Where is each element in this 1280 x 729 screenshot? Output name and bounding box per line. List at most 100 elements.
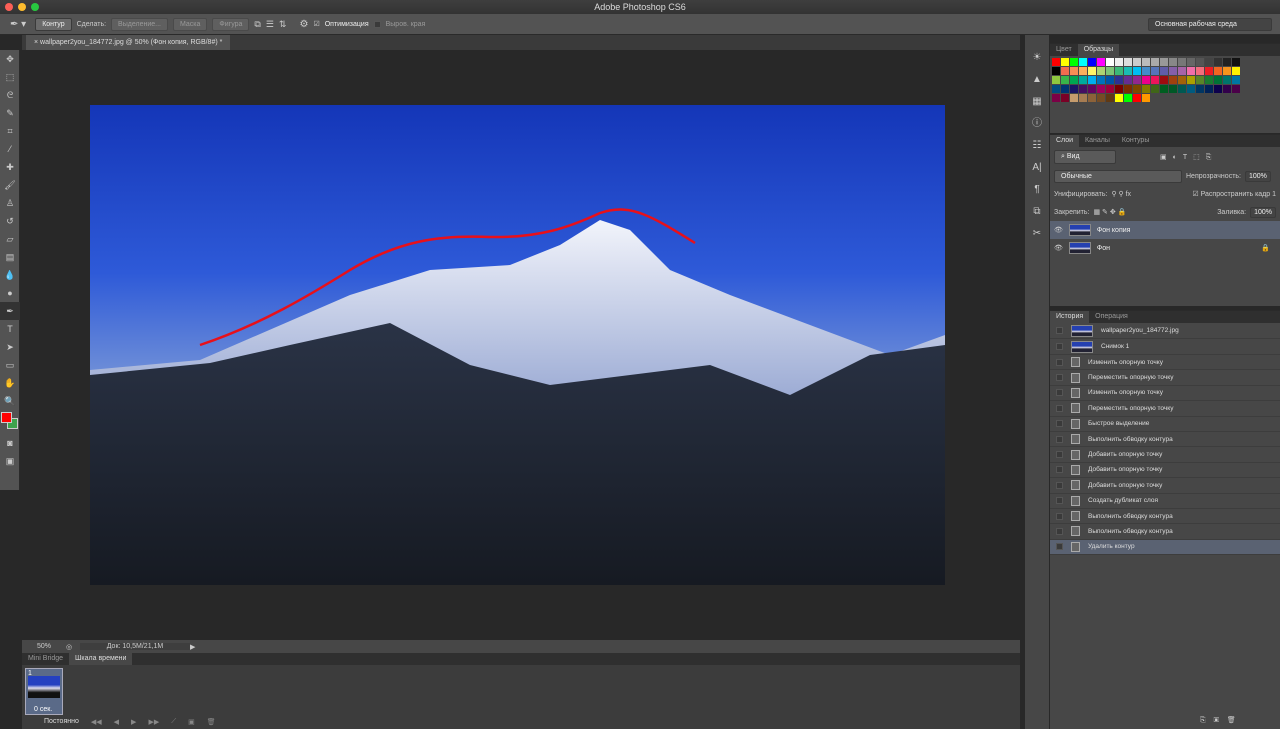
- eyedropper-tool-icon[interactable]: ⁄: [0, 140, 20, 158]
- color-swatch[interactable]: [1214, 58, 1222, 66]
- color-swatch[interactable]: [1133, 67, 1141, 75]
- dodge-tool-icon[interactable]: ●: [0, 284, 20, 302]
- color-swatch[interactable]: [1097, 58, 1105, 66]
- gear-icon[interactable]: ⚙: [299, 19, 308, 30]
- color-swatch[interactable]: [1196, 76, 1204, 84]
- history-item[interactable]: Переместить опорную точку: [1050, 401, 1280, 417]
- loop-select[interactable]: Постоянно: [44, 718, 79, 726]
- color-swatch[interactable]: [1124, 67, 1132, 75]
- path-operations-icon[interactable]: ⧉: [254, 19, 260, 30]
- color-swatch[interactable]: [1070, 58, 1078, 66]
- close-window-button[interactable]: [5, 3, 13, 11]
- history-checkbox[interactable]: [1056, 481, 1063, 489]
- fill-input[interactable]: 100%: [1250, 206, 1276, 218]
- color-swatch[interactable]: [1079, 67, 1087, 75]
- color-swatch[interactable]: [1205, 76, 1213, 84]
- tab-history[interactable]: История: [1050, 311, 1090, 323]
- styles-icon[interactable]: ▦: [1025, 91, 1049, 113]
- character-icon[interactable]: A|: [1025, 157, 1049, 179]
- align-edges-checkbox[interactable]: [373, 20, 381, 28]
- hand-tool-icon[interactable]: ✋: [0, 374, 20, 392]
- history-brush-tool-icon[interactable]: ↺: [0, 212, 20, 230]
- color-swatch[interactable]: [1052, 94, 1060, 102]
- play-icon[interactable]: ▶: [131, 718, 136, 726]
- color-swatch[interactable]: [1097, 85, 1105, 93]
- color-swatch[interactable]: [1151, 76, 1159, 84]
- info-icon[interactable]: ⓘ: [1025, 113, 1049, 135]
- color-swatch[interactable]: [1088, 58, 1096, 66]
- delete-frame-icon[interactable]: 🗑: [207, 718, 216, 726]
- type-tool-icon[interactable]: T: [0, 320, 20, 338]
- path-arrangement-icon[interactable]: ⇅: [279, 19, 287, 30]
- history-item[interactable]: Добавить опорную точку: [1050, 463, 1280, 479]
- color-swatch[interactable]: [1187, 85, 1195, 93]
- color-swatch[interactable]: [1169, 76, 1177, 84]
- minimize-window-button[interactable]: [18, 3, 26, 11]
- history-item[interactable]: Переместить опорную точку: [1050, 370, 1280, 386]
- color-swatch[interactable]: [1079, 85, 1087, 93]
- eraser-tool-icon[interactable]: ▱: [0, 230, 20, 248]
- tab-mini-bridge[interactable]: Mini Bridge: [22, 653, 69, 665]
- tab-color[interactable]: Цвет: [1050, 44, 1078, 56]
- history-item[interactable]: Создать дубликат слоя: [1050, 494, 1280, 509]
- color-swatch[interactable]: [1061, 67, 1069, 75]
- color-swatch[interactable]: [1160, 85, 1168, 93]
- color-swatch[interactable]: [1196, 67, 1204, 75]
- color-swatch[interactable]: [1187, 67, 1195, 75]
- tween-icon[interactable]: ⟋: [171, 718, 176, 726]
- color-swatch[interactable]: [1223, 67, 1231, 75]
- color-swatch[interactable]: [1115, 58, 1123, 66]
- history-item[interactable]: Изменить опорную точку: [1050, 386, 1280, 402]
- color-swatch[interactable]: [1115, 76, 1123, 84]
- path-selection-tool-icon[interactable]: ➤: [0, 338, 20, 356]
- color-swatch[interactable]: [1232, 67, 1240, 75]
- color-swatch[interactable]: [1088, 85, 1096, 93]
- color-swatch[interactable]: [1106, 76, 1114, 84]
- color-swatch[interactable]: [1232, 58, 1240, 66]
- blend-mode-select[interactable]: Обычные: [1054, 169, 1182, 183]
- first-frame-icon[interactable]: ◀◀: [91, 718, 102, 726]
- stamp-tool-icon[interactable]: ♙: [0, 194, 20, 212]
- color-swatch[interactable]: [1079, 58, 1087, 66]
- color-swatch[interactable]: [1160, 58, 1168, 66]
- color-swatch[interactable]: [1223, 76, 1231, 84]
- layer-row[interactable]: 👁 Фон копия: [1050, 221, 1280, 239]
- color-swatch[interactable]: [1214, 67, 1222, 75]
- color-swatch[interactable]: [1214, 76, 1222, 84]
- color-swatch[interactable]: [1115, 85, 1123, 93]
- healing-brush-tool-icon[interactable]: ✚: [0, 158, 20, 176]
- prev-frame-icon[interactable]: ◀: [114, 718, 119, 726]
- color-swatch[interactable]: [1142, 76, 1150, 84]
- document-image[interactable]: [90, 105, 945, 585]
- color-swatch[interactable]: [1151, 85, 1159, 93]
- color-swatch[interactable]: [1187, 76, 1195, 84]
- workspace-select[interactable]: Основная рабочая среда: [1148, 17, 1272, 31]
- tab-layers[interactable]: Слои: [1050, 135, 1080, 147]
- quick-mask-icon[interactable]: ◙: [0, 434, 20, 452]
- status-menu-arrow-icon[interactable]: ▶: [190, 643, 195, 651]
- color-swatch[interactable]: [1196, 58, 1204, 66]
- color-swatch[interactable]: [1142, 94, 1150, 102]
- color-swatch[interactable]: [1223, 58, 1231, 66]
- color-swatch[interactable]: [1142, 58, 1150, 66]
- history-snapshot[interactable]: Снимок 1: [1050, 339, 1280, 355]
- animation-frame[interactable]: 1 0 сек.: [25, 668, 63, 715]
- color-swatch[interactable]: [1097, 67, 1105, 75]
- color-swatch[interactable]: [1169, 67, 1177, 75]
- color-swatch[interactable]: [1079, 76, 1087, 84]
- color-swatch[interactable]: [1205, 58, 1213, 66]
- color-swatch[interactable]: [1160, 76, 1168, 84]
- visibility-eye-icon[interactable]: 👁: [1054, 244, 1063, 252]
- history-item[interactable]: Быстрое выделение: [1050, 417, 1280, 432]
- tab-paths[interactable]: Контуры: [1116, 135, 1155, 147]
- unify-icons[interactable]: ⚲ ⚲ fx: [1111, 190, 1131, 198]
- color-swatch[interactable]: [1133, 76, 1141, 84]
- rectangle-tool-icon[interactable]: ▭: [0, 356, 20, 374]
- document-tab[interactable]: × wallpaper2you_184772.jpg @ 50% (Фон ко…: [26, 35, 231, 50]
- foreground-color-swatch[interactable]: [1, 412, 12, 423]
- color-swatch[interactable]: [1151, 58, 1159, 66]
- color-swatch[interactable]: [1061, 94, 1069, 102]
- color-swatch[interactable]: [1178, 85, 1186, 93]
- lock-icons[interactable]: ▦ ✎ ✥ 🔒: [1093, 208, 1126, 216]
- history-item[interactable]: Выполнить обводку контура: [1050, 509, 1280, 525]
